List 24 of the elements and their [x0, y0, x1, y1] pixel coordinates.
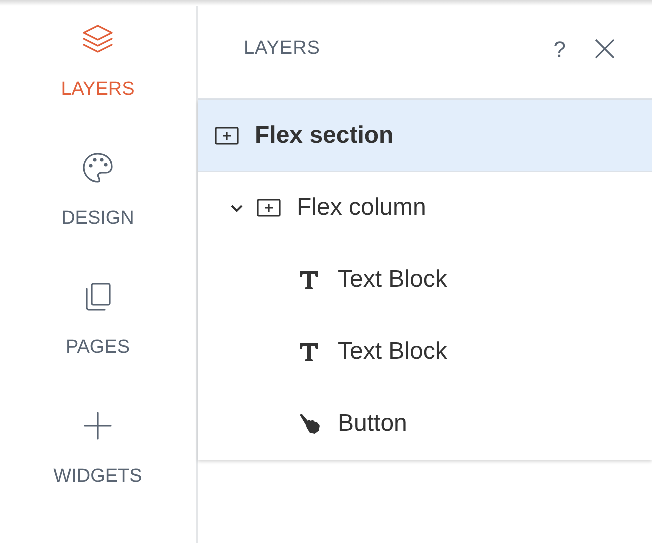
layer-label: Flex column [297, 192, 426, 222]
layer-label: Text Block [338, 264, 448, 294]
layer-row[interactable]: Button [198, 388, 652, 460]
layer-label: Text Block [338, 336, 448, 366]
layer-row[interactable]: Flex section [198, 100, 652, 172]
layer-row[interactable]: Text Block [198, 244, 652, 316]
close-icon[interactable] [594, 38, 616, 60]
panel-title: LAYERS [244, 36, 320, 61]
layer-row[interactable]: Flex column [198, 172, 652, 244]
nav-label: PAGES [66, 336, 130, 360]
palette-icon [81, 151, 115, 185]
help-button[interactable]: ? [554, 32, 566, 66]
nav-label: WIDGETS [54, 465, 142, 489]
nav-label: LAYERS [61, 78, 135, 102]
nav-item[interactable]: WIDGETS [0, 409, 196, 538]
pointing-hand-icon [298, 412, 322, 436]
layer-row[interactable]: Text Block [198, 316, 652, 388]
nav-label: DESIGN [62, 207, 134, 231]
layer-label: Button [338, 408, 408, 438]
layer-label: Flex section [255, 120, 394, 150]
nav-item[interactable]: PAGES [0, 280, 196, 409]
layers-icon [81, 22, 115, 56]
nav-item[interactable]: LAYERS [0, 22, 196, 151]
nav-item[interactable]: DESIGN [0, 151, 196, 280]
